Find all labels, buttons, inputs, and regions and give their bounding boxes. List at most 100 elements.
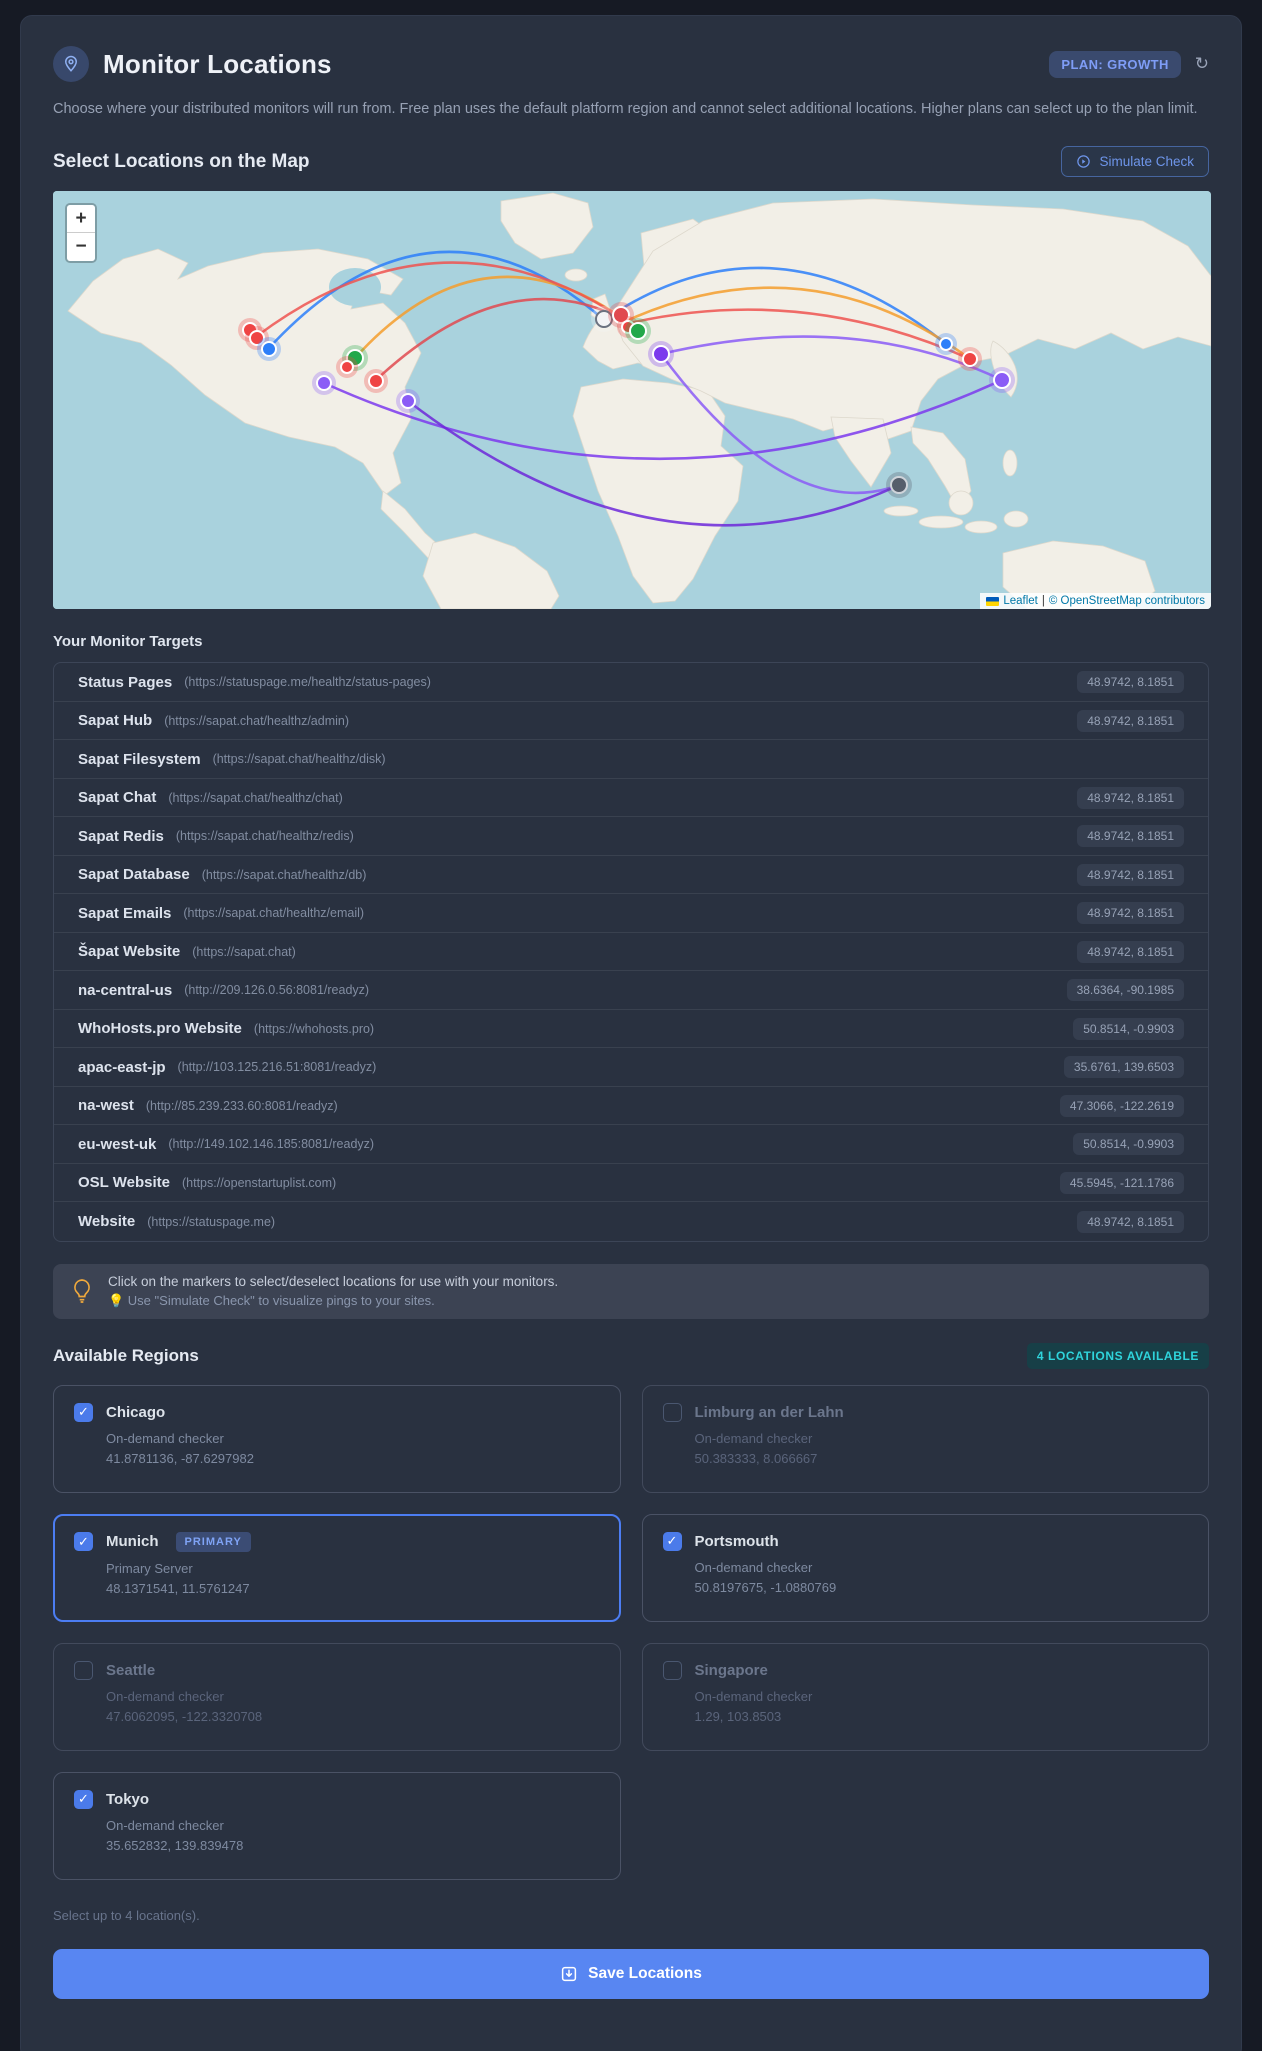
- target-row: na-west (http://85.239.233.60:8081/readyz…: [54, 1087, 1208, 1126]
- location-marker[interactable]: [340, 360, 354, 375]
- tip-box: Click on the markers to select/deselect …: [53, 1263, 1209, 1319]
- region-grid: ✓ Chicago On-demand checker 41.8781136, -87…: [53, 1384, 1209, 1880]
- zoom-in-button[interactable]: +: [67, 205, 95, 234]
- target-coordinates-badge: 47.3066, -122.2619: [1059, 1094, 1184, 1117]
- region-card-limburg-an-der-lahn[interactable]: Limburg an der Lahn On-demand checker 50.3…: [641, 1384, 1209, 1493]
- world-map[interactable]: + − Leaflet | © OpenStreetMap contributo…: [53, 191, 1211, 610]
- region-card-chicago[interactable]: ✓ Chicago On-demand checker 41.8781136, -87…: [53, 1384, 621, 1493]
- target-row: Sapat Filesystem (https://sapat.chat/heal…: [54, 740, 1208, 779]
- simulate-check-button[interactable]: Simulate Check: [1061, 146, 1209, 178]
- location-pin-icon: [53, 46, 89, 82]
- save-icon: [562, 1966, 577, 1982]
- region-type: Primary Server: [106, 1560, 193, 1576]
- tip-line-1: Click on the markers to select/deselect …: [108, 1273, 559, 1289]
- region-coordinates: 41.8781136, -87.6297982: [106, 1450, 254, 1466]
- target-coordinates-badge: 48.9742, 8.1851: [1077, 902, 1184, 925]
- region-type: On-demand checker: [106, 1817, 224, 1833]
- region-coordinates: 50.383333, 8.066667: [694, 1450, 818, 1466]
- location-marker[interactable]: [890, 476, 908, 495]
- location-marker[interactable]: [652, 345, 670, 364]
- location-marker[interactable]: [400, 393, 416, 410]
- location-marker[interactable]: [629, 322, 647, 341]
- target-coordinates-badge: 48.9742, 8.1851: [1077, 786, 1184, 809]
- region-name: Singapore: [694, 1661, 768, 1679]
- target-url: (https://sapat.chat/healthz/chat): [168, 790, 343, 805]
- target-url: (https://whohosts.pro): [253, 1021, 375, 1036]
- target-url: (https://sapat.chat/healthz/email): [183, 906, 365, 921]
- region-coordinates: 1.29, 103.8503: [694, 1708, 782, 1724]
- target-coordinates-badge: 48.9742, 8.1851: [1077, 863, 1184, 886]
- monitor-locations-panel: Monitor Locations PLAN: GROWTH ↻ Choose …: [20, 15, 1242, 2051]
- target-url: (http://85.239.233.60:8081/readyz): [145, 1098, 338, 1113]
- location-marker[interactable]: [939, 337, 953, 352]
- target-name: Status Pages: [78, 673, 173, 691]
- target-row: Website (https://statuspage.me) 48.9742, 8…: [54, 1202, 1208, 1241]
- target-url: (https://sapat.chat): [192, 944, 296, 959]
- map-canvas: [53, 191, 1211, 610]
- target-coordinates-badge: 50.8514, -0.9903: [1073, 1017, 1184, 1040]
- location-marker[interactable]: [993, 371, 1011, 390]
- region-coordinates: 50.8197675, -1.0880769: [694, 1579, 837, 1595]
- target-row: Status Pages (https://statuspage.me/healt…: [54, 663, 1208, 702]
- target-coordinates-badge: 45.5945, -121.1786: [1059, 1171, 1184, 1194]
- play-circle-icon: [1077, 155, 1091, 169]
- region-card-portsmouth[interactable]: ✓ Portsmouth On-demand checker 50.8197675, …: [641, 1513, 1209, 1622]
- target-url: (http://103.125.216.51:8081/readyz): [177, 1060, 377, 1075]
- region-type: On-demand checker: [694, 1430, 813, 1446]
- checkbox-unchecked[interactable]: [662, 1660, 682, 1680]
- target-coordinates-badge: 50.8514, -0.9903: [1073, 1133, 1184, 1156]
- region-coordinates: 48.1371541, 11.5761247: [106, 1580, 250, 1596]
- region-card-munich[interactable]: ✓ Munich PRIMARY Primary Server 48.1371541, …: [53, 1513, 621, 1622]
- lightbulb-icon: [74, 1279, 90, 1304]
- regions-heading: Available Regions: [53, 1345, 199, 1365]
- target-coordinates-badge: 48.9742, 8.1851: [1077, 940, 1184, 963]
- target-row: Sapat Chat (https://sapat.chat/healthz/ch…: [54, 779, 1208, 818]
- target-row: apac-east-jp (http://103.125.216.51:8081/…: [54, 1048, 1208, 1087]
- region-card-singapore[interactable]: Singapore On-demand checker 1.29, 103.8503: [641, 1642, 1209, 1751]
- region-card-tokyo[interactable]: ✓ Tokyo On-demand checker 35.652832, 139.83…: [53, 1771, 621, 1880]
- primary-badge: PRIMARY: [175, 1531, 251, 1552]
- location-marker[interactable]: [261, 341, 277, 358]
- target-name: Sapat Emails: [78, 904, 172, 922]
- target-row: eu-west-uk (http://149.102.146.185:8081/r…: [54, 1125, 1208, 1164]
- zoom-out-button[interactable]: −: [67, 233, 95, 262]
- target-row: Sapat Database (https://sapat.chat/health…: [54, 856, 1208, 895]
- checkbox-unchecked[interactable]: [74, 1660, 93, 1680]
- locations-available-badge: 4 LOCATIONS AVAILABLE: [1026, 1342, 1209, 1369]
- refresh-icon[interactable]: ↻: [1195, 54, 1209, 74]
- checkbox-checked[interactable]: ✓: [74, 1532, 93, 1552]
- save-locations-label: Save Locations: [588, 1964, 702, 1982]
- region-type: On-demand checker: [694, 1688, 813, 1704]
- region-name: Portsmouth: [694, 1532, 779, 1550]
- target-url: (https://sapat.chat/healthz/disk): [212, 752, 386, 767]
- region-name: Chicago: [106, 1403, 166, 1421]
- location-marker[interactable]: [368, 373, 384, 390]
- save-locations-button[interactable]: Save Locations: [53, 1948, 1209, 1999]
- location-marker[interactable]: [316, 375, 332, 392]
- header: Monitor Locations PLAN: GROWTH ↻: [53, 46, 1209, 82]
- checkbox-unchecked[interactable]: [662, 1402, 682, 1422]
- leaflet-link[interactable]: Leaflet: [1003, 595, 1038, 607]
- target-row: Sapat Redis (https://sapat.chat/healthz/r…: [54, 817, 1208, 856]
- checkbox-checked[interactable]: ✓: [74, 1402, 93, 1422]
- target-url: (http://149.102.146.185:8081/readyz): [168, 1137, 375, 1152]
- region-name: Seattle: [106, 1661, 156, 1679]
- selection-limit-note: Select up to 4 location(s).: [53, 1907, 200, 1923]
- simulate-check-label: Simulate Check: [1099, 154, 1194, 170]
- region-type: On-demand checker: [106, 1688, 224, 1704]
- checkbox-checked[interactable]: ✓: [74, 1789, 93, 1809]
- map-zoom-control: + −: [65, 203, 97, 264]
- target-coordinates-badge: 48.9742, 8.1851: [1077, 671, 1184, 694]
- target-coordinates-badge: 48.9742, 8.1851: [1077, 825, 1184, 848]
- page-title: Monitor Locations: [103, 48, 332, 79]
- location-marker[interactable]: [962, 351, 978, 368]
- targets-heading: Your Monitor Targets: [53, 633, 203, 651]
- region-card-seattle[interactable]: Seattle On-demand checker 47.6062095, -122…: [53, 1642, 621, 1751]
- checkbox-checked[interactable]: ✓: [662, 1531, 682, 1551]
- page-description: Choose where your distributed monitors w…: [53, 101, 1198, 117]
- map-attribution: Leaflet | © OpenStreetMap contributors: [980, 593, 1211, 610]
- osm-link[interactable]: © OpenStreetMap contributors: [1049, 595, 1205, 607]
- target-name: WhoHosts.pro Website: [78, 1020, 242, 1038]
- target-name: Sapat Chat: [78, 789, 157, 807]
- tip-line-2: 💡 Use "Simulate Check" to visualize ping…: [108, 1292, 435, 1308]
